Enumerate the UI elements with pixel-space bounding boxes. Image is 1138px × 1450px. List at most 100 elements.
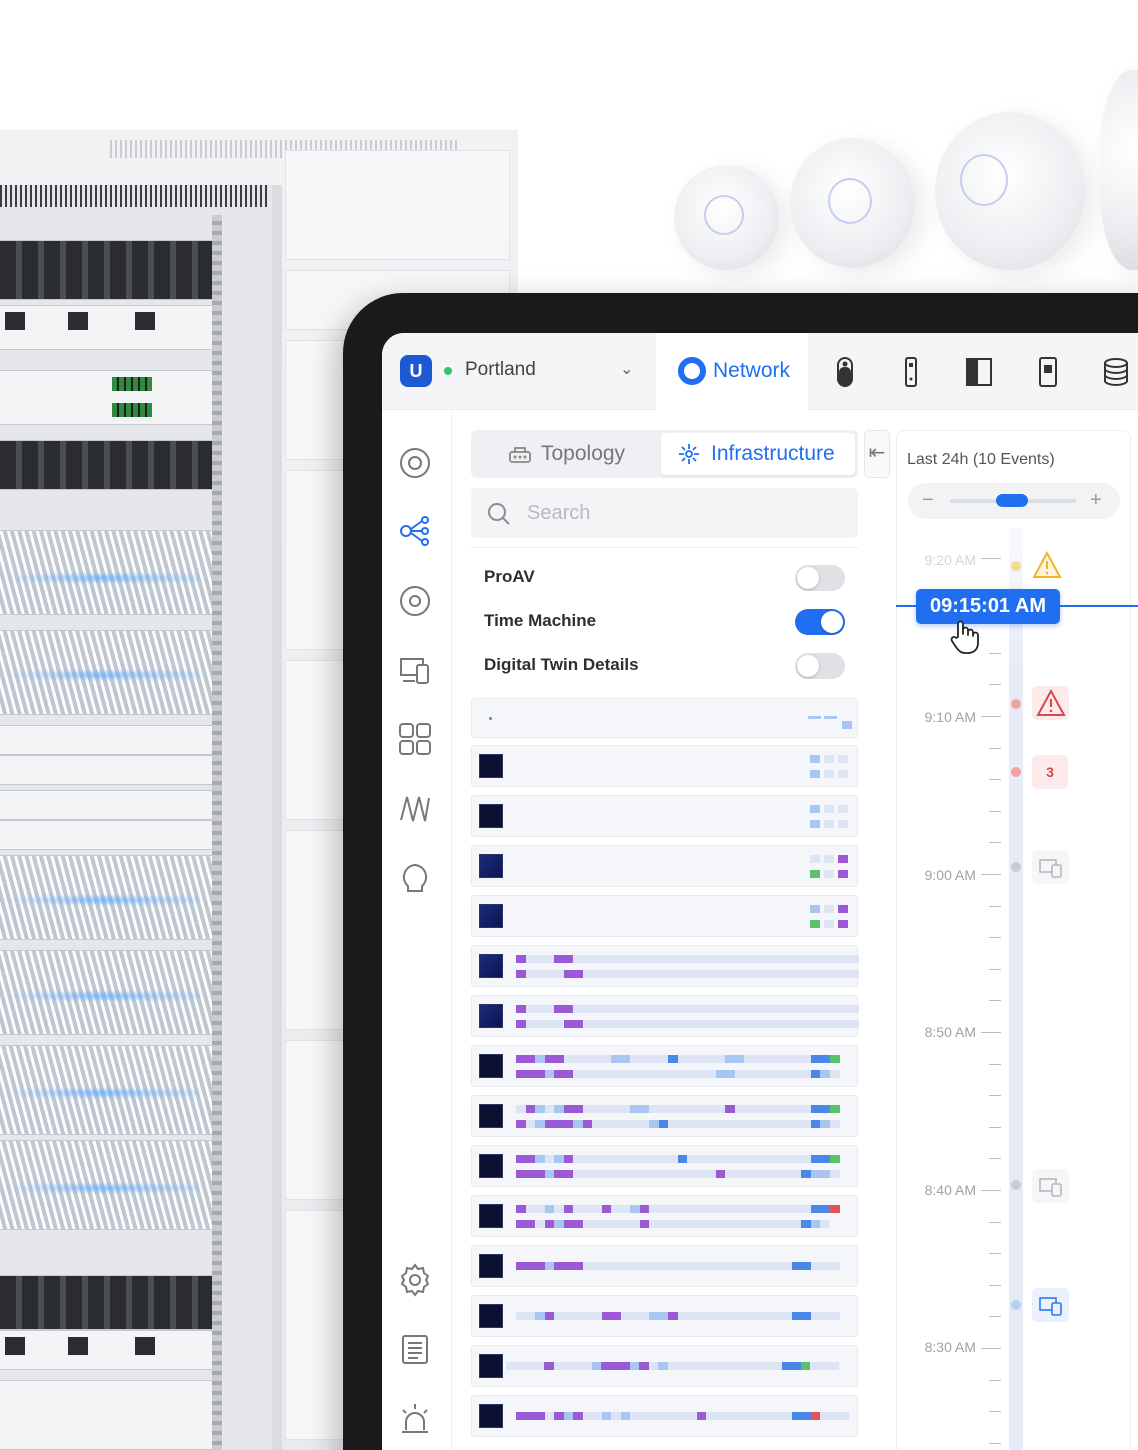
warning-icon[interactable] bbox=[1032, 551, 1062, 579]
search-input[interactable]: Search bbox=[471, 488, 858, 538]
timeline-tick bbox=[989, 1379, 1001, 1381]
tab-network[interactable]: Network bbox=[656, 333, 808, 410]
port-indicator bbox=[668, 1070, 678, 1078]
device-row[interactable] bbox=[471, 795, 858, 837]
left-sidebar bbox=[382, 410, 452, 1450]
port-indicator bbox=[706, 970, 716, 978]
event-dot-warning[interactable] bbox=[1011, 561, 1021, 571]
chevron-down-icon[interactable]: ⌄ bbox=[620, 359, 633, 379]
port-indicator bbox=[544, 1005, 555, 1013]
insights-icon[interactable] bbox=[398, 792, 432, 826]
zoom-out-button[interactable]: − bbox=[922, 489, 934, 512]
devices-icon[interactable] bbox=[398, 584, 432, 618]
option-proav: ProAV bbox=[484, 563, 846, 593]
port-indicator bbox=[658, 1205, 669, 1213]
port-indicator bbox=[563, 1262, 574, 1270]
port-indicator bbox=[696, 1205, 707, 1213]
settings-icon[interactable] bbox=[398, 1263, 432, 1297]
logs-icon[interactable] bbox=[398, 1332, 432, 1366]
port-indicator bbox=[620, 1120, 631, 1128]
timeline-tick bbox=[989, 1411, 1001, 1413]
port-indicator bbox=[563, 1120, 574, 1128]
site-selector-label[interactable]: Portland bbox=[465, 359, 536, 381]
port-indicator bbox=[620, 1220, 631, 1228]
event-dot-device-active[interactable] bbox=[1011, 1300, 1021, 1310]
port-indicator bbox=[791, 970, 802, 978]
device-row[interactable] bbox=[471, 1045, 858, 1087]
device-row[interactable] bbox=[471, 1145, 858, 1187]
event-count-badge[interactable]: 3 bbox=[1032, 755, 1068, 789]
topology-icon[interactable] bbox=[398, 514, 432, 548]
tab-infrastructure[interactable]: Infrastructure bbox=[661, 433, 855, 475]
port-indicator bbox=[734, 1220, 745, 1228]
port-indicator bbox=[715, 1170, 726, 1178]
status-dot bbox=[489, 717, 492, 720]
event-dot-device[interactable] bbox=[1011, 1180, 1021, 1190]
door-icon[interactable] bbox=[964, 355, 994, 389]
port-indicator bbox=[839, 1412, 849, 1420]
port-indicator bbox=[525, 1170, 536, 1178]
port-indicator bbox=[820, 955, 830, 963]
zoom-handle[interactable] bbox=[996, 494, 1028, 507]
port-indicator bbox=[677, 1205, 688, 1213]
device-row[interactable] bbox=[471, 895, 858, 937]
time-marker-pill[interactable]: 09:15:01 AM bbox=[916, 589, 1060, 624]
port-indicator bbox=[696, 1170, 707, 1178]
time-machine-toggle[interactable] bbox=[795, 609, 845, 635]
port-indicator bbox=[582, 1105, 593, 1113]
intercom-icon[interactable] bbox=[1033, 355, 1063, 389]
device-row[interactable] bbox=[471, 1245, 858, 1287]
device-row[interactable] bbox=[471, 1195, 858, 1237]
digital-twin-toggle[interactable] bbox=[795, 653, 845, 679]
port-indicator bbox=[734, 1412, 745, 1420]
port-indicator bbox=[696, 1220, 707, 1228]
port-indicator bbox=[763, 1070, 773, 1078]
timeline-zoom-slider[interactable]: − + bbox=[908, 483, 1120, 519]
ports-icon[interactable] bbox=[398, 722, 432, 756]
event-dot-count[interactable] bbox=[1011, 767, 1021, 777]
port-indicator bbox=[563, 1055, 574, 1063]
device-row[interactable] bbox=[471, 1345, 858, 1387]
port-indicator bbox=[601, 1005, 612, 1013]
storage-icon[interactable] bbox=[1101, 355, 1131, 389]
port-indicator bbox=[658, 1005, 669, 1013]
event-dot-device[interactable] bbox=[1011, 862, 1021, 872]
port-indicator bbox=[753, 1155, 764, 1163]
port-indicator bbox=[649, 1170, 659, 1178]
proav-toggle[interactable] bbox=[795, 565, 845, 591]
port-indicator bbox=[763, 970, 773, 978]
port-indicator bbox=[668, 1055, 678, 1063]
notifications-icon[interactable] bbox=[398, 1402, 432, 1436]
event-dot-critical[interactable] bbox=[1011, 699, 1021, 709]
device-row[interactable] bbox=[471, 698, 858, 738]
alerts-icon[interactable] bbox=[398, 862, 432, 896]
port-indicator bbox=[782, 1312, 792, 1320]
port-indicator bbox=[677, 1262, 688, 1270]
device-row[interactable] bbox=[471, 745, 858, 787]
port-indicator bbox=[791, 1412, 802, 1420]
port-indicator bbox=[725, 1155, 735, 1163]
device-row[interactable] bbox=[471, 1295, 858, 1337]
port-indicator bbox=[592, 1205, 602, 1213]
timeline-tick bbox=[989, 779, 1001, 781]
device-row[interactable] bbox=[471, 995, 859, 1037]
unifi-logo[interactable]: U bbox=[400, 355, 432, 387]
device-row[interactable] bbox=[471, 1095, 858, 1137]
port-indicator bbox=[696, 1005, 707, 1013]
tab-topology[interactable]: Topology bbox=[471, 430, 660, 478]
device-row[interactable] bbox=[471, 945, 859, 987]
dashboard-icon[interactable] bbox=[398, 446, 432, 480]
collapse-panel-button[interactable]: ⇤ bbox=[864, 430, 890, 478]
port-indicator bbox=[734, 1155, 745, 1163]
device-icon bbox=[1039, 1297, 1062, 1316]
device-row[interactable] bbox=[471, 1395, 858, 1437]
access-reader-icon[interactable] bbox=[896, 355, 926, 389]
device-row[interactable] bbox=[471, 845, 858, 887]
port-indicator bbox=[706, 1170, 716, 1178]
clients-icon[interactable] bbox=[398, 653, 432, 687]
port-indicator bbox=[696, 1362, 706, 1370]
zoom-in-button[interactable]: + bbox=[1090, 489, 1102, 512]
port-indicator bbox=[563, 1205, 574, 1213]
time-label: 9:10 AM bbox=[924, 709, 976, 725]
camera-icon[interactable] bbox=[830, 355, 860, 389]
